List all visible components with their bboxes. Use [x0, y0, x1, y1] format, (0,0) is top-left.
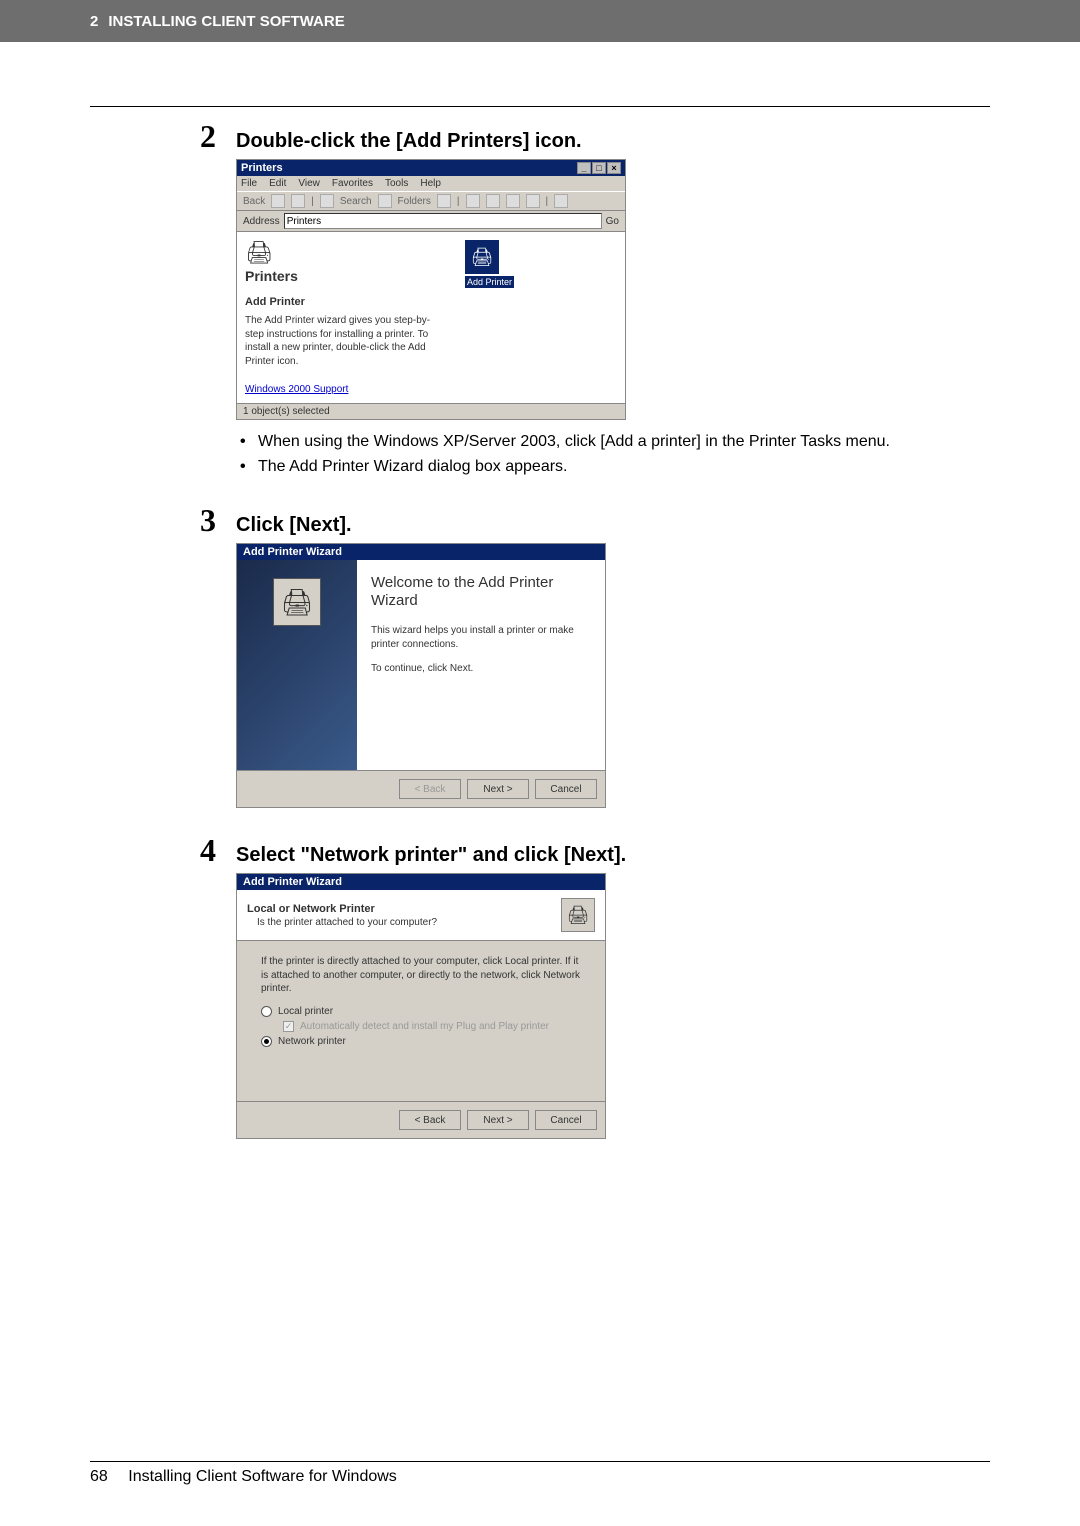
- option-network[interactable]: Network printer: [261, 1036, 581, 1047]
- wizard-title: Add Printer Wizard: [237, 874, 605, 890]
- address-label: Address: [243, 216, 280, 227]
- max-button[interactable]: □: [592, 162, 606, 174]
- forward-icon[interactable]: [271, 194, 285, 208]
- history-icon[interactable]: [437, 194, 451, 208]
- close-button[interactable]: ×: [607, 162, 621, 174]
- step-2-title: Double-click the [Add Printers] icon.: [236, 126, 582, 153]
- status-bar: 1 object(s) selected: [237, 403, 625, 419]
- step-3: 3 Click [Next]. Add Printer Wizard 🖨 Wel…: [200, 502, 980, 808]
- note-1: When using the Windows XP/Server 2003, c…: [240, 430, 980, 453]
- address-input[interactable]: [284, 213, 602, 229]
- label-auto-detect: Automatically detect and install my Plug…: [300, 1021, 549, 1032]
- printer-banner-icon: 🖨: [273, 578, 321, 626]
- label-network: Network printer: [278, 1036, 346, 1047]
- step-2-notes: When using the Windows XP/Server 2003, c…: [240, 430, 980, 478]
- step-4-number: 4: [200, 832, 236, 869]
- page-header: 2 INSTALLING CLIENT SOFTWARE: [0, 0, 1080, 42]
- add-printer-label: Add Printer: [465, 276, 514, 288]
- option-auto-detect: ✓ Automatically detect and install my Pl…: [283, 1021, 581, 1032]
- add-printer-wizard-local-network: Add Printer Wizard Local or Network Prin…: [236, 873, 606, 1139]
- chapter-title: INSTALLING CLIENT SOFTWARE: [108, 13, 344, 30]
- top-rule: [90, 106, 990, 107]
- window-titlebar: Printers _ □ ×: [237, 160, 625, 176]
- next-button[interactable]: Next >: [467, 1110, 529, 1130]
- wizard-instructions: If the printer is directly attached to y…: [261, 955, 581, 996]
- delete-icon[interactable]: [506, 194, 520, 208]
- undo-icon[interactable]: [526, 194, 540, 208]
- next-button[interactable]: Next >: [467, 779, 529, 799]
- page-footer: 68 Installing Client Software for Window…: [90, 1461, 990, 1486]
- step-2: 2 Double-click the [Add Printers] icon. …: [200, 118, 980, 478]
- icon-area: 🖨 Add Printer: [465, 240, 514, 395]
- step-4-title: Select "Network printer" and click [Next…: [236, 840, 626, 867]
- menu-edit[interactable]: Edit: [269, 178, 286, 189]
- copy-icon[interactable]: [486, 194, 500, 208]
- up-icon[interactable]: [291, 194, 305, 208]
- pane-title: Printers: [245, 268, 445, 284]
- search-icon[interactable]: [320, 194, 334, 208]
- folders-icon[interactable]: [378, 194, 392, 208]
- checkbox-auto-detect: ✓: [283, 1021, 294, 1032]
- back-button[interactable]: Back: [243, 196, 265, 207]
- left-info-pane: 🖨 Printers Add Printer The Add Printer w…: [245, 240, 445, 395]
- wizard-title: Add Printer Wizard: [237, 544, 605, 560]
- wizard-buttons: < Back Next > Cancel: [237, 1101, 605, 1138]
- folders-label[interactable]: Folders: [398, 196, 431, 207]
- pane-description: The Add Printer wizard gives you step-by…: [245, 314, 445, 368]
- step-2-number: 2: [200, 118, 236, 155]
- printer-head-icon: 🖨: [561, 898, 595, 932]
- cancel-button[interactable]: Cancel: [535, 1110, 597, 1130]
- menu-favorites[interactable]: Favorites: [332, 178, 373, 189]
- move-icon[interactable]: [466, 194, 480, 208]
- window-menubar: File Edit View Favorites Tools Help: [237, 176, 625, 191]
- wizard-head-title: Local or Network Printer: [247, 903, 561, 915]
- menu-tools[interactable]: Tools: [385, 178, 408, 189]
- radio-local[interactable]: [261, 1006, 272, 1017]
- footer-section: Installing Client Software for Windows: [128, 1468, 397, 1485]
- wizard-banner: 🖨: [237, 560, 357, 770]
- wizard-heading: Welcome to the Add Printer Wizard: [371, 574, 591, 610]
- add-printer-icon[interactable]: 🖨: [465, 240, 499, 274]
- menu-view[interactable]: View: [298, 178, 320, 189]
- min-button[interactable]: _: [577, 162, 591, 174]
- wizard-head-subtitle: Is the printer attached to your computer…: [257, 917, 561, 928]
- pane-subtitle: Add Printer: [245, 296, 445, 308]
- chapter-number: 2: [90, 13, 98, 30]
- back-button[interactable]: < Back: [399, 1110, 461, 1130]
- radio-network[interactable]: [261, 1036, 272, 1047]
- wizard-buttons: < Back Next > Cancel: [237, 770, 605, 807]
- window-toolbar: Back | Search Folders | |: [237, 191, 625, 211]
- cancel-button[interactable]: Cancel: [535, 779, 597, 799]
- note-2: The Add Printer Wizard dialog box appear…: [240, 455, 980, 478]
- wizard-text-1: This wizard helps you install a printer …: [371, 624, 591, 652]
- support-link[interactable]: Windows 2000 Support: [245, 384, 348, 395]
- views-icon[interactable]: [554, 194, 568, 208]
- label-local: Local printer: [278, 1006, 333, 1017]
- search-label[interactable]: Search: [340, 196, 372, 207]
- page-number: 68: [90, 1468, 108, 1486]
- back-button: < Back: [399, 779, 461, 799]
- printers-window: Printers _ □ × File Edit View Favorites …: [236, 159, 626, 420]
- menu-help[interactable]: Help: [420, 178, 441, 189]
- add-printer-wizard-welcome: Add Printer Wizard 🖨 Welcome to the Add …: [236, 543, 606, 808]
- menu-file[interactable]: File: [241, 178, 257, 189]
- step-3-number: 3: [200, 502, 236, 539]
- address-bar: Address Go: [237, 211, 625, 232]
- step-3-title: Click [Next].: [236, 510, 352, 537]
- option-local[interactable]: Local printer: [261, 1006, 581, 1017]
- wizard-text-2: To continue, click Next.: [371, 662, 591, 676]
- step-4: 4 Select "Network printer" and click [Ne…: [200, 832, 980, 1139]
- window-title: Printers: [241, 162, 283, 174]
- go-button[interactable]: Go: [606, 216, 619, 227]
- printers-folder-icon: 🖨: [245, 240, 445, 266]
